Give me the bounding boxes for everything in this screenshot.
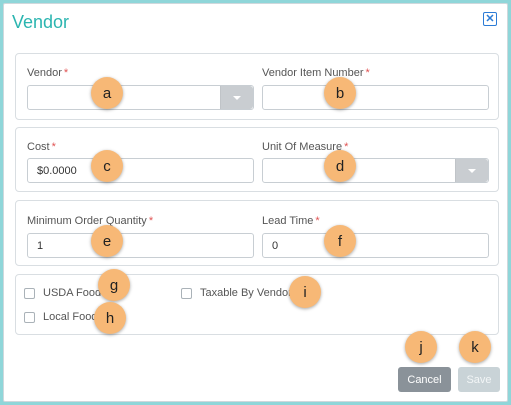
marker-a: a <box>91 77 123 109</box>
usda-food-label: USDA Food <box>43 287 102 299</box>
chevron-down-icon <box>233 95 241 100</box>
vendor-required-mark: * <box>63 67 69 79</box>
marker-h: h <box>94 302 126 334</box>
vendor-item-number-required-mark: * <box>365 67 370 79</box>
marker-i: i <box>289 276 321 308</box>
cancel-button[interactable]: Cancel <box>398 367 451 392</box>
vendor-item-number-input[interactable] <box>262 85 489 110</box>
vendor-section: Vendor * Vendor Item Number * <box>15 53 499 120</box>
vendor-label: Vendor * <box>27 67 68 79</box>
marker-g: g <box>98 269 130 301</box>
marker-c: c <box>91 150 123 182</box>
cost-value: $0.0000 <box>37 164 77 177</box>
minimum-order-quantity-value: 1 <box>37 239 44 252</box>
minimum-order-quantity-label-text: Minimum Order Quantity <box>27 215 147 227</box>
minimum-order-quantity-required-mark: * <box>148 215 154 227</box>
marker-j: j <box>405 331 437 363</box>
cost-required-mark: * <box>51 141 56 153</box>
cost-label: Cost * <box>27 141 56 153</box>
marker-k: k <box>459 331 491 363</box>
usda-food-checkbox-row[interactable]: USDA Food <box>24 287 101 299</box>
taxable-by-vendor-label: Taxable By Vendor <box>200 287 292 299</box>
save-button[interactable]: Save <box>458 367 500 392</box>
marker-f: f <box>324 225 356 257</box>
lead-time-required-mark: * <box>315 215 320 227</box>
chevron-down-icon <box>468 168 476 173</box>
vendor-item-number-label: Vendor Item Number * <box>262 67 370 79</box>
cost-section: Cost * $0.0000 Unit Of Measure * <box>15 127 499 192</box>
food-flags-section: USDA Food Local Food Taxable By Vendor <box>15 274 499 335</box>
marker-d: d <box>324 150 356 182</box>
dialog-title: Vendor <box>12 12 70 32</box>
vendor-item-number-label-text: Vendor Item Number <box>262 67 364 79</box>
lead-time-value: 0 <box>272 239 279 252</box>
unit-of-measure-label-text: Unit Of Measure <box>262 141 343 153</box>
local-food-checkbox[interactable] <box>24 311 35 323</box>
close-icon[interactable]: ✕ <box>483 12 497 26</box>
lead-time-label: Lead Time * <box>262 215 320 227</box>
taxable-by-vendor-checkbox[interactable] <box>181 287 192 299</box>
marker-b: b <box>324 77 356 109</box>
lead-time-input[interactable]: 0 <box>262 233 489 258</box>
minimum-order-quantity-input[interactable]: 1 <box>27 233 254 258</box>
vendor-label-text: Vendor <box>27 67 62 79</box>
taxable-by-vendor-checkbox-row[interactable]: Taxable By Vendor <box>181 287 292 299</box>
lead-time-label-text: Lead Time <box>262 215 314 227</box>
local-food-checkbox-row[interactable]: Local Food <box>24 311 97 323</box>
cost-input[interactable]: $0.0000 <box>27 158 254 183</box>
marker-e: e <box>91 225 123 257</box>
unit-of-measure-dropdown-button[interactable] <box>455 159 488 182</box>
unit-of-measure-select[interactable] <box>262 158 489 183</box>
order-section: Minimum Order Quantity * 1 Lead Time * 0 <box>15 200 499 266</box>
vendor-select[interactable] <box>27 85 254 110</box>
local-food-label: Local Food <box>43 311 98 323</box>
cost-label-text: Cost <box>27 141 50 153</box>
usda-food-checkbox[interactable] <box>24 287 35 299</box>
minimum-order-quantity-label: Minimum Order Quantity * <box>27 215 153 227</box>
vendor-dropdown-button[interactable] <box>220 86 253 109</box>
